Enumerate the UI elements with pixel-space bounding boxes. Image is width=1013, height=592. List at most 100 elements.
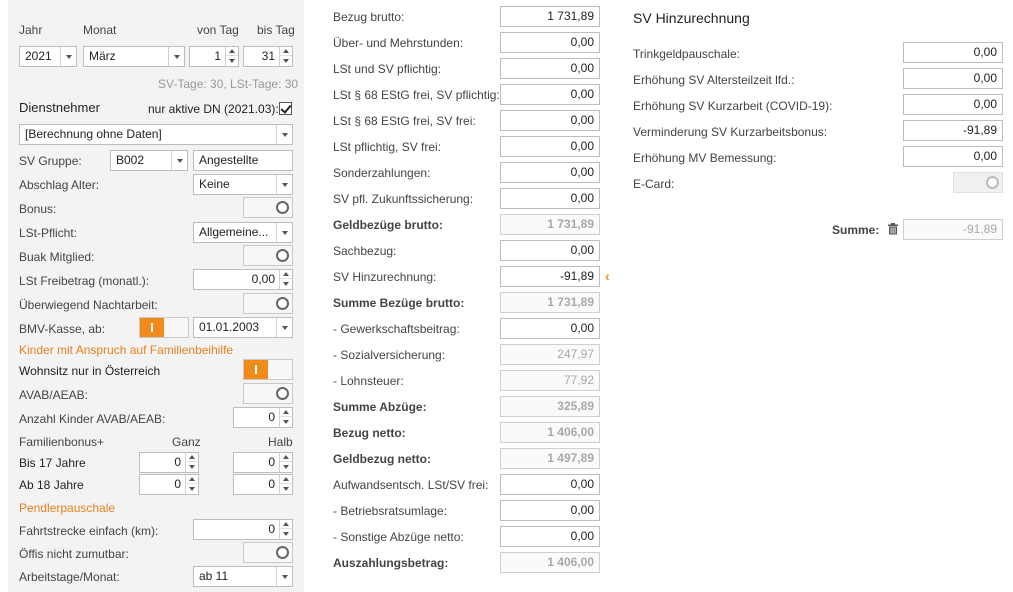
sv-add-row-label: Verminderung SV Kurzarbeitsbonus:: [633, 125, 828, 139]
ecard-toggle[interactable]: [953, 172, 1003, 193]
stepper-arrows-icon[interactable]: [279, 475, 292, 494]
bmv-toggle[interactable]: [139, 317, 189, 338]
from-day-stepper[interactable]: 1: [189, 46, 239, 67]
salary-row-value: 1 731,89: [500, 292, 600, 313]
to-day-stepper[interactable]: 31: [243, 46, 293, 67]
lst-freibetrag-stepper[interactable]: 0,00: [193, 269, 293, 290]
bonus-toggle[interactable]: [243, 197, 293, 218]
sv-add-row-label: Trinkgeldpauschale:: [633, 47, 740, 61]
stepper-arrows-icon[interactable]: [185, 453, 198, 472]
wohnsitz-toggle[interactable]: [243, 359, 293, 380]
avab-label: AVAB/AEAB:: [19, 388, 88, 402]
salary-row-value[interactable]: 0,00: [500, 162, 600, 183]
bmv-date-select[interactable]: 01.01.2003: [193, 317, 293, 338]
stepper-arrows-icon[interactable]: [279, 47, 292, 66]
sv-add-row-value[interactable]: 0,00: [903, 94, 1003, 115]
salary-row-value[interactable]: 0,00: [500, 526, 600, 547]
active-only-checkbox[interactable]: [279, 102, 292, 115]
salary-row-value[interactable]: 0,00: [500, 136, 600, 157]
active-only-label: nur aktive DN (2021.03):: [148, 102, 279, 116]
salary-row-label: Sonderzahlungen:: [333, 166, 431, 180]
salary-row-label: Bezug brutto:: [333, 10, 405, 24]
arbeitstage-label: Arbeitstage/Monat:: [19, 570, 120, 584]
anzahl-kinder-stepper[interactable]: 0: [233, 407, 293, 428]
employee-select[interactable]: [Berechnung ohne Daten]: [19, 124, 293, 145]
sv-add-row-value[interactable]: 0,00: [903, 42, 1003, 63]
sv-add-row-label: Erhöhung SV Kurzarbeit (COVID-19):: [633, 99, 833, 113]
trash-icon[interactable]: [887, 223, 899, 235]
salary-row-value[interactable]: 0,00: [500, 110, 600, 131]
stepper-arrows-icon[interactable]: [185, 475, 198, 494]
children-heading: Kinder mit Anspruch auf Familienbeihilfe: [19, 343, 234, 357]
salary-row-value[interactable]: 0,00: [500, 188, 600, 209]
chevron-down-icon: [276, 125, 292, 144]
abschlag-alter-label: Abschlag Alter:: [19, 178, 100, 192]
salary-row-value[interactable]: 0,00: [500, 32, 600, 53]
chevron-left-icon: ‹: [605, 268, 610, 284]
salary-row-label: - Lohnsteuer:: [333, 374, 404, 388]
commuter-heading: Pendlerpauschale: [19, 501, 116, 515]
year-select[interactable]: 2021: [19, 46, 77, 67]
sv-add-row-value[interactable]: 0,00: [903, 68, 1003, 89]
nachtarbeit-toggle[interactable]: [243, 293, 293, 314]
sv-add-row-label: Erhöhung SV Altersteilzeit lfd.:: [633, 73, 795, 87]
fahrtstrecke-stepper[interactable]: 0: [193, 519, 293, 540]
salary-row-value[interactable]: -91,89: [500, 266, 600, 287]
arbeitstage-select[interactable]: ab 11: [193, 566, 293, 587]
salary-row-label: LSt § 68 EStG frei, SV pflichtig:: [333, 88, 500, 102]
buak-label: Buak Mitglied:: [19, 250, 95, 264]
ab18-ganz-stepper[interactable]: 0: [139, 474, 199, 495]
wohnsitz-label: Wohnsitz nur in Österreich: [19, 364, 161, 378]
sv-group-select[interactable]: B002: [110, 150, 188, 171]
ganz-label: Ganz: [172, 435, 201, 449]
from-day-label: von Tag: [197, 23, 239, 37]
bis17-halb-stepper[interactable]: 0: [233, 452, 293, 473]
salary-row-value[interactable]: 0,00: [500, 240, 600, 261]
lst-pflicht-select[interactable]: Allgemeine...: [193, 222, 293, 243]
salary-row-label: - Sonstige Abzüge netto:: [333, 530, 464, 544]
salary-row-value: 1 731,89: [500, 214, 600, 235]
bis17-label: Bis 17 Jahre: [19, 456, 86, 470]
stepper-arrows-icon[interactable]: [279, 270, 292, 289]
salary-row-value[interactable]: 0,00: [500, 474, 600, 495]
salary-row-label: LSt und SV pflichtig:: [333, 62, 442, 76]
avab-toggle[interactable]: [243, 383, 293, 404]
salary-row-value[interactable]: 1 731,89: [500, 6, 600, 27]
buak-toggle[interactable]: [243, 245, 293, 266]
bmv-label: BMV-Kasse, ab:: [19, 322, 106, 336]
salary-row-value: 1 406,00: [500, 422, 600, 443]
sv-add-row-value[interactable]: -91,89: [903, 120, 1003, 141]
salary-row-value[interactable]: 0,00: [500, 500, 600, 521]
salary-row-value: 325,89: [500, 396, 600, 417]
salary-row-label: Sachbezug:: [333, 244, 397, 258]
chevron-down-icon: [168, 47, 184, 66]
month-select[interactable]: März: [83, 46, 185, 67]
bonus-label: Bonus:: [19, 202, 57, 216]
salary-row-value[interactable]: 0,00: [500, 318, 600, 339]
salary-row-value[interactable]: 0,00: [500, 58, 600, 79]
sum-value: -91,89: [903, 219, 1003, 240]
sv-group-label: SV Gruppe:: [19, 154, 82, 168]
sv-add-row-value[interactable]: 0,00: [903, 146, 1003, 167]
to-day-label: bis Tag: [257, 23, 295, 37]
stepper-arrows-icon[interactable]: [279, 408, 292, 427]
stepper-arrows-icon[interactable]: [279, 520, 292, 539]
ab18-halb-stepper[interactable]: 0: [233, 474, 293, 495]
nachtarbeit-label: Überwiegend Nachtarbeit:: [19, 298, 158, 312]
salary-row-value: 77,92: [500, 370, 600, 391]
salary-row-label: SV pfl. Zukunftssicherung:: [333, 192, 474, 206]
sv-group-text: Angestellte: [193, 150, 293, 171]
salary-row-label: LSt pflichtig, SV frei:: [333, 140, 442, 154]
chevron-down-icon: [60, 47, 76, 66]
salary-row-value[interactable]: 0,00: [500, 84, 600, 105]
abschlag-alter-select[interactable]: Keine: [193, 174, 293, 195]
stepper-arrows-icon[interactable]: [225, 47, 238, 66]
lst-pflicht-label: LSt-Pflicht:: [19, 226, 78, 240]
salary-row-label: Geldbezug netto:: [333, 452, 431, 466]
oeffis-toggle[interactable]: [243, 542, 293, 563]
lst-freibetrag-label: LSt Freibetrag (monatl.):: [19, 274, 150, 288]
bis17-ganz-stepper[interactable]: 0: [139, 452, 199, 473]
stepper-arrows-icon[interactable]: [279, 453, 292, 472]
sv-add-title: SV Hinzurechnung: [633, 10, 750, 26]
salary-row-label: Bezug netto:: [333, 426, 406, 440]
